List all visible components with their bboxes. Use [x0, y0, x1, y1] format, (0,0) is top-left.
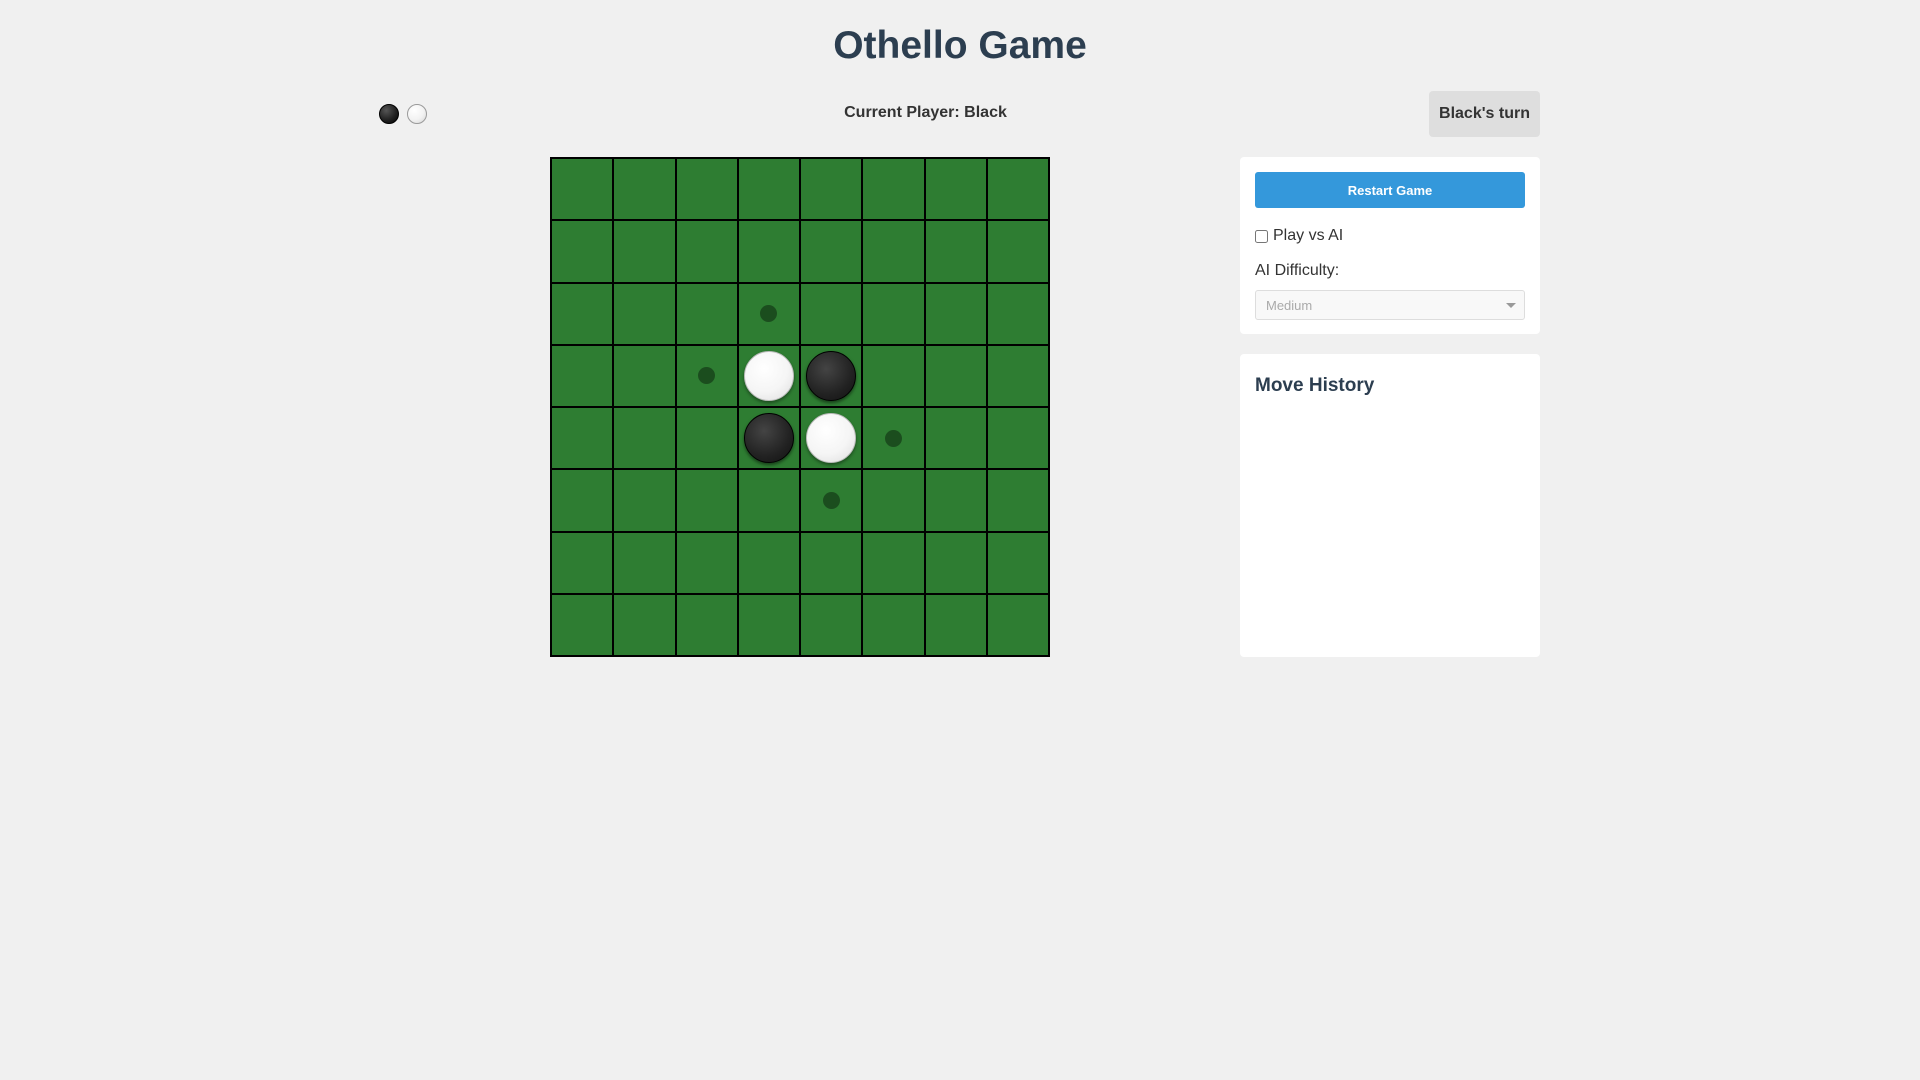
board-cell[interactable] [925, 594, 986, 655]
board-cell[interactable] [552, 159, 613, 220]
board-cell[interactable] [863, 594, 924, 655]
board-cell[interactable] [863, 408, 924, 469]
board-cell[interactable] [552, 345, 613, 406]
board-cell[interactable] [987, 283, 1048, 344]
board-cell[interactable] [738, 159, 799, 220]
chevron-down-icon [1506, 303, 1516, 308]
board-cell[interactable] [738, 221, 799, 282]
board-cell[interactable] [863, 159, 924, 220]
board-cell[interactable] [738, 532, 799, 593]
valid-move-hint [822, 491, 840, 509]
board-cell[interactable] [925, 345, 986, 406]
board-cell[interactable] [738, 345, 799, 406]
board-cell[interactable] [614, 594, 675, 655]
turn-indicator: Black's turn [1429, 91, 1540, 137]
board-cell[interactable] [552, 283, 613, 344]
board-cell[interactable] [801, 408, 862, 469]
board-cell[interactable] [863, 532, 924, 593]
play-vs-ai-checkbox[interactable] [1255, 229, 1268, 243]
board-cell[interactable] [614, 283, 675, 344]
board-cell[interactable] [987, 594, 1048, 655]
board-cell[interactable] [801, 594, 862, 655]
white-disc [743, 350, 794, 401]
move-history-title: Move History [1255, 375, 1375, 396]
restart-game-button[interactable]: Restart Game [1255, 172, 1525, 208]
board-cell[interactable] [614, 221, 675, 282]
board-cell[interactable] [801, 283, 862, 344]
ai-difficulty-select[interactable]: Medium [1255, 290, 1525, 320]
black-disc [743, 413, 794, 464]
board-cell[interactable] [801, 159, 862, 220]
ai-difficulty-label: AI Difficulty: [1255, 262, 1340, 279]
board-cell[interactable] [552, 594, 613, 655]
board-cell[interactable] [987, 470, 1048, 531]
board-cell[interactable] [676, 345, 737, 406]
game-header: Current Player: Black Black's turn [378, 91, 1540, 137]
board-cell[interactable] [925, 408, 986, 469]
board-cell[interactable] [925, 159, 986, 220]
board-cell[interactable] [863, 221, 924, 282]
board-cell[interactable] [738, 470, 799, 531]
board-cell[interactable] [676, 221, 737, 282]
board-cell[interactable] [676, 159, 737, 220]
move-history-panel: Move History [1240, 354, 1540, 657]
board-cell[interactable] [552, 221, 613, 282]
board-cell[interactable] [552, 532, 613, 593]
black-disc [806, 350, 857, 401]
board-cell[interactable] [801, 345, 862, 406]
white-disc [806, 413, 857, 464]
board-cell[interactable] [863, 345, 924, 406]
ai-difficulty-value: Medium [1266, 297, 1313, 313]
play-vs-ai-label: Play vs AI [1273, 227, 1344, 244]
board-cell[interactable] [738, 594, 799, 655]
board-cell[interactable] [676, 470, 737, 531]
board-cell[interactable] [614, 470, 675, 531]
valid-move-hint [698, 367, 716, 385]
board-cell[interactable] [987, 532, 1048, 593]
board-cell[interactable] [801, 221, 862, 282]
board-cell[interactable] [676, 408, 737, 469]
controls-panel: Restart Game Play vs AI AI Difficulty: M… [1240, 157, 1540, 334]
board-cell[interactable] [614, 408, 675, 469]
board-cell[interactable] [801, 532, 862, 593]
board-cell[interactable] [614, 345, 675, 406]
board-cell[interactable] [925, 221, 986, 282]
board-cell[interactable] [925, 532, 986, 593]
board-cell[interactable] [987, 408, 1048, 469]
board-cell[interactable] [925, 283, 986, 344]
board-cell[interactable] [863, 470, 924, 531]
board-cell[interactable] [863, 283, 924, 344]
valid-move-hint [760, 305, 778, 323]
board-cell[interactable] [676, 532, 737, 593]
game-board [550, 157, 1050, 657]
board-cell[interactable] [614, 159, 675, 220]
board-cell[interactable] [676, 594, 737, 655]
page-title: Othello Game [833, 24, 1087, 67]
valid-move-hint [884, 429, 902, 447]
board-cell[interactable] [738, 408, 799, 469]
board-cell[interactable] [925, 470, 986, 531]
board-cell[interactable] [614, 532, 675, 593]
board-cell[interactable] [552, 408, 613, 469]
board-cell[interactable] [801, 470, 862, 531]
current-player-label: Current Player: Black [844, 104, 1007, 121]
board-cell[interactable] [987, 159, 1048, 220]
board-cell[interactable] [987, 221, 1048, 282]
play-vs-ai-toggle[interactable]: Play vs AI [1255, 227, 1525, 245]
board-cell[interactable] [676, 283, 737, 344]
board-cell[interactable] [987, 345, 1048, 406]
board-cell[interactable] [738, 283, 799, 344]
board-cell[interactable] [552, 470, 613, 531]
